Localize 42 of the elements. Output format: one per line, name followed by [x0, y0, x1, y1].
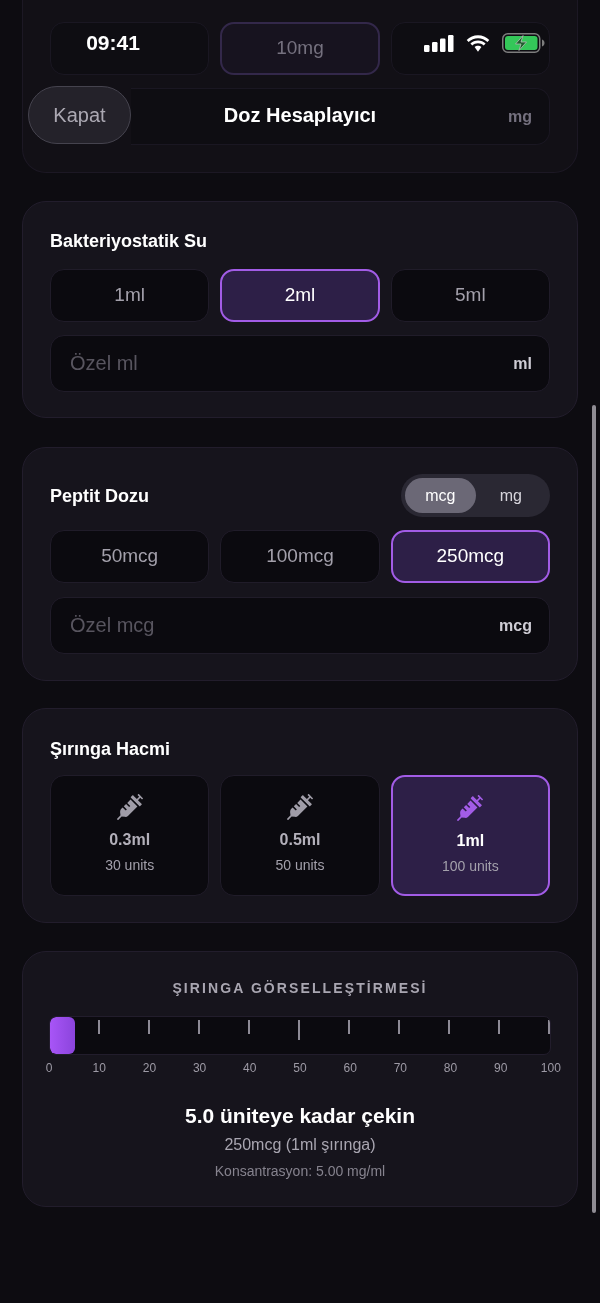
section-title: Şırınga Hacmi — [50, 739, 171, 759]
scale-label: 80 — [443, 1060, 458, 1076]
option-button[interactable]: 10mg — [220, 22, 380, 75]
scale-label: 60 — [343, 1060, 357, 1076]
option-button[interactable]: 2ml — [220, 269, 380, 322]
unit-label: ml — [513, 353, 532, 374]
wifi-icon — [466, 34, 490, 52]
screen-title: Doz Hesaplayıcı — [223, 103, 377, 128]
option-button[interactable]: 250mcg — [390, 530, 550, 583]
custom-input-field[interactable] — [131, 88, 550, 145]
section-title: Peptit Dozu — [50, 484, 149, 507]
unit-label: mcg — [499, 615, 532, 636]
unit-toggle-option[interactable]: mcg — [405, 478, 476, 513]
option-button[interactable]: 50mcg — [50, 530, 210, 583]
option-button[interactable]: 5ml — [390, 269, 550, 322]
scale-label: 20 — [142, 1060, 157, 1076]
section-title: ŞIRINGA GÖRSELLEŞTİRMESİ — [172, 979, 428, 997]
signal-icon — [424, 34, 454, 52]
section-title: Bakteriyostatik Su — [50, 231, 208, 251]
syringe-option[interactable]: 0.5ml 50 units — [220, 775, 380, 896]
option-button[interactable]: 100mcg — [220, 530, 380, 583]
result-text: 5.0 üniteye kadar çekin — [185, 1103, 415, 1129]
option-button[interactable]: 1ml — [50, 269, 210, 322]
scale-label: 10 — [92, 1060, 106, 1076]
scale-label: 100 — [540, 1060, 561, 1076]
scale-label: 30 — [192, 1060, 207, 1076]
scale-label: 0 — [45, 1060, 53, 1076]
scale-label: 50 — [293, 1060, 307, 1076]
scale-label: 90 — [494, 1060, 508, 1076]
concentration-text: Konsantrasyon: 5.00 mg/ml — [214, 1162, 386, 1180]
unit-label: mg — [508, 106, 532, 127]
status-time: 09:41 — [86, 30, 140, 57]
syringe-icon — [116, 794, 143, 820]
battery-charging-icon — [502, 33, 545, 53]
syringe-icon — [457, 795, 484, 821]
syringe-option[interactable]: 0.3ml 30 units — [50, 775, 210, 896]
syringe-option[interactable]: 1ml 100 units — [390, 775, 550, 896]
unit-toggle-option[interactable]: mg — [475, 478, 546, 513]
scale-label: 40 — [243, 1060, 257, 1076]
dose-detail: 250mcg (1ml şırınga) — [224, 1135, 376, 1155]
scale-label: 70 — [393, 1060, 407, 1076]
syringe-icon — [287, 794, 313, 820]
